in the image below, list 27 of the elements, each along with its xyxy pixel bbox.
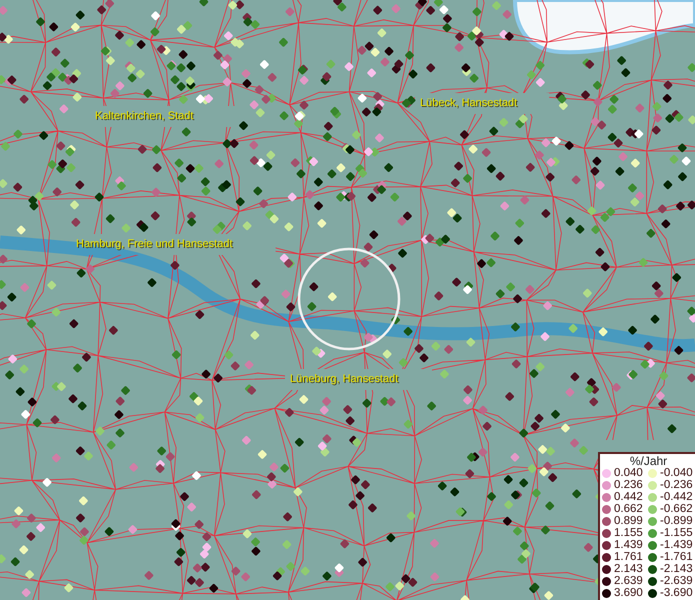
legend-value: -1.155	[660, 527, 694, 539]
legend-value: -1.761	[660, 551, 694, 563]
place-label: Kaltenkirchen, Stadt	[95, 110, 194, 122]
legend-value: 0.899	[614, 515, 644, 527]
place-label: Lübeck, Hansestadt	[420, 97, 518, 109]
legend-value: 1.439	[614, 539, 644, 551]
legend-value: -0.040	[660, 467, 694, 479]
legend-value: -0.899	[660, 515, 694, 527]
legend-value: 2.639	[614, 575, 644, 587]
legend-value: 0.442	[614, 491, 644, 503]
legend-value: 3.690	[614, 587, 644, 599]
legend-value: 1.761	[614, 551, 644, 563]
legend-value: -3.690	[660, 587, 694, 599]
legend-value: -2.639	[660, 575, 694, 587]
legend-value: 0.040	[614, 467, 644, 479]
legend-value: 0.236	[614, 479, 644, 491]
legend-value: -0.442	[660, 491, 694, 503]
legend-value: 0.662	[614, 503, 644, 515]
legend-value: -0.236	[660, 479, 694, 491]
legend-title: %/Jahr	[628, 455, 668, 467]
place-label: Hamburg, Freie und Hansestadt	[76, 238, 233, 250]
legend-value: -1.439	[660, 539, 694, 551]
place-label: Lüneburg, Hansestadt	[290, 373, 398, 385]
legend-value: -0.662	[660, 503, 694, 515]
legend-value: -2.143	[660, 563, 694, 575]
legend-value: 1.155	[614, 527, 644, 539]
legend-value: 2.143	[614, 563, 644, 575]
